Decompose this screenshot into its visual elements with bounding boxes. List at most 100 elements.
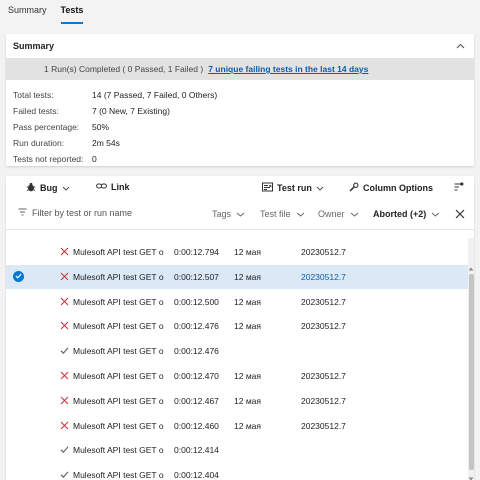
table-row[interactable]: Mulesoft API test GET o 0:00:12.404 <box>6 463 468 480</box>
test-duration: 0:00:12.500 <box>174 296 219 307</box>
column-options-label: Column Options <box>363 183 433 193</box>
bug-icon <box>26 182 36 194</box>
bug-label: Bug <box>40 183 58 193</box>
column-options-button[interactable]: Column Options <box>349 182 433 194</box>
failed-x-icon <box>60 396 70 406</box>
test-file-filter[interactable]: Test file <box>260 209 305 219</box>
summary-panel: Summary 1 Run(s) Completed ( 0 Passed, 1… <box>6 34 474 166</box>
test-date: 12 мая <box>234 420 261 431</box>
build-version: 20230512.7 <box>301 371 346 381</box>
passed-check-icon <box>60 445 70 455</box>
stat-failed-tests: Failed tests: 7 (0 New, 7 Existing) <box>13 103 474 119</box>
chevron-down-icon <box>62 183 70 193</box>
test-name: Mulesoft API test GET o <box>73 445 164 456</box>
stat-label: Pass percentage: <box>13 122 80 132</box>
filter-toggle-button[interactable] <box>454 182 464 194</box>
test-name: Mulesoft API test GET o <box>73 346 164 357</box>
test-name: Mulesoft API test GET o <box>73 395 164 406</box>
test-duration: 0:00:12.470 <box>174 371 219 381</box>
run-summary-banner: 1 Run(s) Completed ( 0 Passed, 1 Failed … <box>6 58 474 80</box>
test-date: 12 мая <box>234 395 261 406</box>
outcome-filter[interactable]: Aborted (+2) <box>373 209 440 219</box>
tests-toolbar: Bug Link Test run Column Options <box>6 176 474 200</box>
top-tabs: Summary Tests <box>0 0 480 24</box>
unique-failing-tests-link[interactable]: 7 unique failing tests in the last 14 da… <box>208 64 368 74</box>
chevron-down-icon <box>236 209 245 219</box>
tags-label: Tags <box>212 209 232 219</box>
scroll-down-icon[interactable] <box>468 474 474 480</box>
table-row[interactable]: Mulesoft API test GET o 0:00:12.470 12 мая… <box>6 364 468 388</box>
test-name: Mulesoft API test GET o <box>73 371 164 381</box>
run-completed-text: 1 Run(s) Completed ( 0 Passed, 1 Failed … <box>44 64 204 74</box>
stat-value: 0 <box>92 154 97 164</box>
stat-pass-percentage: Pass percentage: 50% <box>13 119 474 135</box>
test-duration: 0:00:12.476 <box>174 346 219 357</box>
passed-check-icon <box>60 470 70 480</box>
test-name: Mulesoft API test GET o <box>73 420 164 431</box>
test-duration: 0:00:12.414 <box>174 445 219 456</box>
clear-filters-close-icon[interactable] <box>454 208 466 220</box>
link-button[interactable]: Link <box>96 182 130 192</box>
tab-tests[interactable]: Tests <box>60 0 83 24</box>
test-run-button[interactable]: Test run <box>262 182 324 194</box>
chevron-down-icon <box>431 209 440 219</box>
table-row[interactable]: Mulesoft API test GET o 0:00:12.467 12 мая… <box>6 389 468 413</box>
build-version: 20230512.7 <box>301 247 346 257</box>
failed-x-icon <box>60 321 70 331</box>
bug-button[interactable]: Bug <box>26 182 70 194</box>
stat-run-duration: Run duration: 2m 54s <box>13 135 474 151</box>
test-date: 12 мая <box>234 247 261 257</box>
owner-label: Owner <box>318 209 345 219</box>
test-date: 12 мая <box>234 271 261 282</box>
summary-title: Summary <box>13 41 55 51</box>
failed-x-icon <box>60 421 70 431</box>
filter-lines-icon <box>18 208 27 218</box>
test-run-icon <box>262 182 273 194</box>
scroll-up-icon[interactable] <box>468 264 474 271</box>
summary-header[interactable]: Summary <box>6 34 474 58</box>
test-results-list: Mulesoft API test GET o 0:00:12.794 12 мая… <box>6 238 468 480</box>
table-row[interactable]: Mulesoft API test GET o 0:00:12.460 12 мая… <box>6 414 468 438</box>
filter-search-input[interactable]: Filter by test or run name <box>18 208 132 218</box>
table-row[interactable]: Mulesoft API test GET o 0:00:12.414 <box>6 438 468 462</box>
test-name: Mulesoft API test GET o <box>73 470 164 480</box>
chevron-down-icon <box>350 209 359 219</box>
table-row[interactable]: Mulesoft API test GET o 0:00:12.476 <box>6 339 468 363</box>
test-duration: 0:00:12.404 <box>174 470 219 480</box>
test-name: Mulesoft API test GET o <box>73 296 164 307</box>
owner-filter[interactable]: Owner <box>318 209 359 219</box>
chevron-down-icon <box>316 183 324 193</box>
selected-check-icon[interactable] <box>13 270 24 282</box>
build-version: 20230512.7 <box>301 296 346 307</box>
filter-settings-icon <box>454 182 464 194</box>
summary-stats: Total tests: 14 (7 Passed, 7 Failed, 0 O… <box>6 80 474 167</box>
stat-value: 7 (0 New, 7 Existing) <box>92 106 170 116</box>
scrollbar-thumb[interactable] <box>469 274 474 470</box>
stat-label: Failed tests: <box>13 106 59 116</box>
tags-filter[interactable]: Tags <box>212 209 245 219</box>
test-name: Mulesoft API test GET o <box>73 271 164 282</box>
stat-label: Tests not reported: <box>13 154 84 164</box>
build-version: 20230512.7 <box>301 271 346 282</box>
chevron-up-icon[interactable] <box>454 40 466 52</box>
test-duration: 0:00:12.794 <box>174 247 219 257</box>
failed-x-icon <box>60 272 70 282</box>
list-scrollbar[interactable] <box>468 238 474 480</box>
filter-placeholder: Filter by test or run name <box>32 208 133 218</box>
test-duration: 0:00:12.476 <box>174 321 219 332</box>
filter-bar: Filter by test or run name Tags Test fil… <box>6 200 474 230</box>
table-row[interactable]: Mulesoft API test GET o 0:00:12.500 12 мая… <box>6 290 468 314</box>
table-row[interactable]: Mulesoft API test GET o 0:00:12.794 12 мая… <box>6 240 468 264</box>
test-date: 12 мая <box>234 296 261 307</box>
table-row[interactable]: Mulesoft API test GET o 0:00:12.476 12 мая… <box>6 314 468 338</box>
stat-value: 2m 54s <box>92 138 120 148</box>
table-row[interactable]: Mulesoft API test GET o 0:00:12.507 12 мая… <box>6 264 468 289</box>
chevron-down-icon <box>296 209 305 219</box>
test-file-label: Test file <box>260 209 291 219</box>
wrench-icon <box>349 182 359 194</box>
build-version: 20230512.7 <box>301 395 346 406</box>
test-name: Mulesoft API test GET o <box>73 247 164 257</box>
stat-value: 50% <box>92 122 110 132</box>
stat-tests-not-reported: Tests not reported: 0 <box>13 151 474 167</box>
tab-summary[interactable]: Summary <box>8 0 47 24</box>
